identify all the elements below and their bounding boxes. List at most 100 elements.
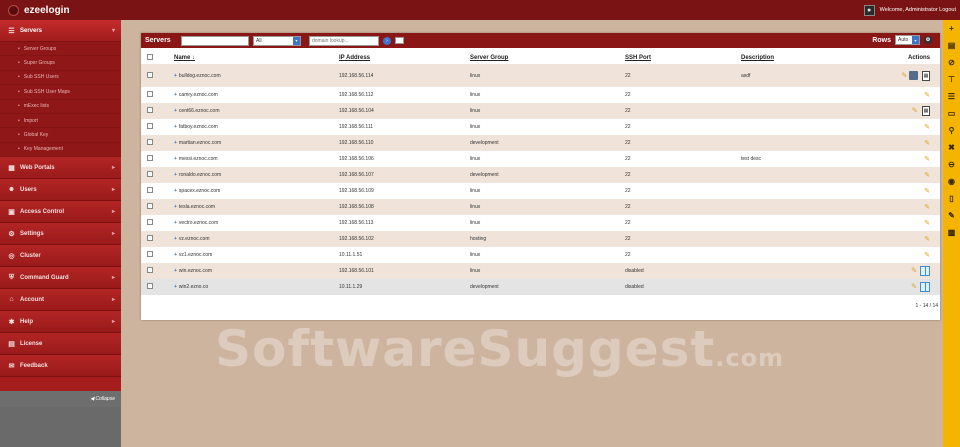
windows-rdp-icon[interactable]	[920, 266, 930, 276]
edit-icon[interactable]: ✎	[924, 236, 930, 243]
user-icon[interactable]: ●	[863, 4, 875, 16]
select-all-checkbox[interactable]	[147, 54, 153, 60]
server-icon[interactable]: ▤	[943, 37, 960, 54]
col-name[interactable]: Name ↓	[174, 52, 339, 64]
sidebar-item-settings[interactable]: ⚙ Settings ▸	[0, 223, 121, 246]
col-description[interactable]: Description	[741, 52, 861, 64]
table-row[interactable]: + cent66.eznoc.com 192.168.56.104 linux 2…	[141, 103, 940, 119]
server-name[interactable]: fatboy.eznoc.com	[179, 124, 218, 130]
user-edit-icon[interactable]: ✎	[943, 207, 960, 224]
row-checkbox[interactable]	[147, 71, 153, 78]
edit-icon[interactable]: ✎	[924, 220, 930, 227]
sidebar-item-account[interactable]: ⌂ Account ▸	[0, 289, 121, 312]
edit-icon[interactable]: ✎	[924, 156, 930, 163]
expand-icon[interactable]: +	[174, 204, 177, 210]
col-ip[interactable]: IP Address	[339, 52, 470, 64]
row-checkbox[interactable]	[147, 155, 153, 161]
server-name[interactable]: tesla.eznoc.com	[179, 204, 215, 210]
domain-lookup-input[interactable]	[309, 35, 379, 46]
table-row[interactable]: + win2.ezno.co 10.11.1.29 development dis…	[141, 279, 940, 295]
subitem-mexec-lists[interactable]: • mExec lists	[0, 100, 121, 114]
subitem-key-management[interactable]: • Key Management	[0, 143, 121, 158]
collapse-button[interactable]: ◀ Collapse	[0, 391, 121, 407]
sidebar-item-command-guard[interactable]: ⛨ Command Guard ▸	[0, 267, 121, 290]
server-name[interactable]: win2.ezno.co	[179, 284, 208, 290]
table-row[interactable]: + messi.eznoc.com 192.168.56.106 linux 22…	[141, 151, 940, 167]
server-name[interactable]: camry.eznoc.com	[179, 92, 218, 98]
tools-icon[interactable]: ✖	[943, 139, 960, 156]
expand-icon[interactable]: +	[174, 236, 177, 242]
sidebar-item-feedback[interactable]: ✉ Feedback	[0, 355, 121, 378]
server-name[interactable]: martian.eznoc.com	[179, 140, 221, 146]
server-name[interactable]: vz1.eznoc.com	[179, 252, 212, 258]
sidebar-item-access-control[interactable]: ▣ Access Control ▸	[0, 201, 121, 224]
server-name[interactable]: spacex.eznoc.com	[179, 188, 220, 194]
block-icon[interactable]: ⊘	[943, 54, 960, 71]
expand-icon[interactable]: +	[174, 252, 177, 258]
edit-icon[interactable]: ✎	[924, 188, 930, 195]
row-checkbox[interactable]	[147, 187, 153, 193]
edit-icon[interactable]: ✎	[901, 72, 907, 79]
sidebar-item-help[interactable]: ✱ Help ▸	[0, 311, 121, 334]
logo[interactable]: ezeelogin	[0, 0, 70, 20]
table-row[interactable]: + win.eznoc.com 192.168.56.101 linux disa…	[141, 263, 940, 279]
subitem-super-groups[interactable]: • Super Groups	[0, 56, 121, 71]
table-row[interactable]: + ronaldo.eznoc.com 192.168.56.107 develo…	[141, 167, 940, 183]
key-icon[interactable]: ⚲	[943, 122, 960, 139]
welcome-text[interactable]: Welcome, Administrator Logout	[880, 7, 956, 13]
search-input[interactable]	[181, 35, 249, 46]
server-name[interactable]: win.eznoc.com	[179, 268, 212, 274]
edit-icon[interactable]: ✎	[924, 204, 930, 211]
expand-icon[interactable]: +	[174, 172, 177, 178]
sidebar-item-users[interactable]: ☻ Users ▸	[0, 179, 121, 202]
row-checkbox[interactable]	[147, 203, 153, 209]
edit-icon[interactable]: ✎	[924, 92, 930, 99]
trash-icon[interactable]: ▯	[943, 190, 960, 207]
subitem-sub-ssh-users[interactable]: • Sub SSH Users	[0, 71, 121, 86]
group-filter-select[interactable]: All ▾	[253, 35, 301, 46]
expand-icon[interactable]: +	[174, 188, 177, 194]
edit-icon[interactable]: ✎	[924, 140, 930, 147]
settings-gear-icon[interactable]: ⚙	[924, 36, 932, 44]
lookup-go-icon[interactable]: ›	[383, 36, 391, 45]
expand-icon[interactable]: +	[174, 124, 177, 130]
subitem-global-key[interactable]: • Global Key	[0, 128, 121, 143]
sidebar-item-web-portals[interactable]: ▦ Web Portals ▸	[0, 157, 121, 180]
row-checkbox[interactable]	[147, 123, 153, 129]
table-row[interactable]: + martian.eznoc.com 192.168.56.110 develo…	[141, 135, 940, 151]
expand-icon[interactable]: +	[174, 140, 177, 146]
subitem-import[interactable]: • Import	[0, 114, 121, 129]
terminal-icon[interactable]: ▦	[922, 70, 930, 81]
server-name[interactable]: bulldog.eznoc.com	[179, 73, 221, 79]
row-checkbox[interactable]	[147, 107, 153, 113]
row-checkbox[interactable]	[147, 139, 153, 145]
table-row[interactable]: + fatboy.eznoc.com 192.168.56.111 linux 2…	[141, 119, 940, 135]
windows-rdp-icon[interactable]	[920, 282, 930, 292]
server-name[interactable]: ronaldo.eznoc.com	[179, 172, 221, 178]
col-ssh-port[interactable]: SSH Port	[625, 52, 741, 64]
mail-icon[interactable]	[395, 37, 404, 44]
edit-icon[interactable]: ✎	[912, 107, 918, 114]
barcode-icon[interactable]: ▭	[943, 105, 960, 122]
table-row[interactable]: + vz1.eznoc.com 10.11.1.51 linux 22 ✎	[141, 247, 940, 263]
table-row[interactable]: + bulldog.eznoc.com 192.168.56.114 linux …	[141, 64, 940, 87]
expand-icon[interactable]: +	[174, 108, 177, 114]
subitem-server-groups[interactable]: • Server Groups	[0, 42, 121, 57]
server-name[interactable]: messi.eznoc.com	[179, 156, 218, 162]
row-checkbox[interactable]	[147, 235, 153, 241]
edit-icon[interactable]: ✎	[924, 124, 930, 131]
terminal-icon[interactable]: ▦	[922, 106, 930, 116]
col-server-group[interactable]: Server Group	[470, 52, 625, 64]
edit-icon[interactable]: ✎	[911, 283, 917, 290]
minus-circle-icon[interactable]: ⊖	[943, 156, 960, 173]
expand-icon[interactable]: +	[174, 268, 177, 274]
expand-icon[interactable]: +	[174, 92, 177, 98]
table-row[interactable]: + tesla.eznoc.com 192.168.56.108 linux 22…	[141, 199, 940, 215]
table-row[interactable]: + spacex.eznoc.com 192.168.56.109 linux 2…	[141, 183, 940, 199]
edit-icon[interactable]: ✎	[911, 267, 917, 274]
table-row[interactable]: + camry.eznoc.com 192.168.56.112 linux 22…	[141, 87, 940, 103]
subitem-sub-ssh-user-maps[interactable]: • Sub SSH User Maps	[0, 85, 121, 100]
expand-icon[interactable]: +	[174, 156, 177, 162]
row-checkbox[interactable]	[147, 251, 153, 257]
sidebar-item-servers[interactable]: ☰ Servers ▾	[0, 20, 121, 42]
